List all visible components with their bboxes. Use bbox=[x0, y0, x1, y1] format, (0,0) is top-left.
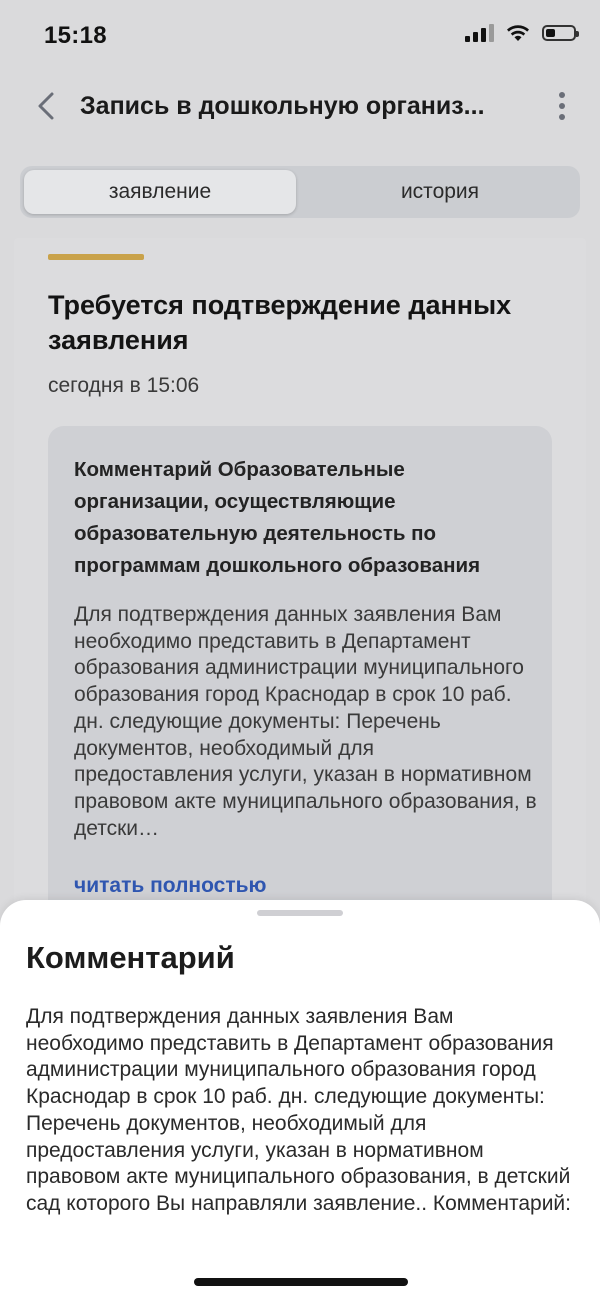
comment-box: Комментарий Образовательные организации,… bbox=[48, 426, 552, 946]
sheet-grabber-handle[interactable] bbox=[257, 910, 343, 916]
battery-icon bbox=[542, 25, 579, 41]
status-accent-bar bbox=[48, 254, 144, 260]
chevron-left-icon bbox=[38, 92, 54, 120]
comment-bottom-sheet: Комментарий Для подтверждения данных зая… bbox=[0, 900, 600, 1298]
status-title: Требуется подтверждение данных заявления bbox=[48, 290, 512, 355]
status-date: сегодня в 15:06 bbox=[48, 374, 200, 397]
comment-title: Комментарий Образовательные организации,… bbox=[74, 458, 481, 577]
comment-text: Для подтверждения данных заявления Вам н… bbox=[74, 603, 537, 840]
sheet-title: Комментарий bbox=[26, 940, 235, 975]
sheet-comment-text: Для подтверждения данных заявления Вам н… bbox=[26, 1005, 571, 1215]
tab-application[interactable]: заявление bbox=[24, 170, 296, 214]
back-button[interactable] bbox=[28, 88, 64, 124]
status-bar: 15:18 bbox=[0, 0, 600, 70]
status-time: 15:18 bbox=[44, 22, 107, 49]
tab-history[interactable]: история bbox=[304, 170, 576, 214]
app-header: Запись в дошкольную организ... bbox=[0, 78, 600, 138]
status-icons bbox=[465, 24, 579, 42]
more-vertical-icon bbox=[559, 92, 565, 98]
more-options-button[interactable] bbox=[550, 88, 574, 124]
page-title: Запись в дошкольную организ... bbox=[80, 92, 485, 120]
cellular-signal-icon bbox=[465, 24, 494, 42]
read-more-link[interactable]: читать полностью bbox=[74, 874, 266, 898]
app-screen: 15:18 Запись в дошкольную организ... зая… bbox=[0, 0, 600, 1298]
wifi-icon bbox=[507, 25, 529, 41]
home-indicator[interactable] bbox=[194, 1278, 408, 1286]
status-card: Требуется подтверждение данных заявления… bbox=[14, 238, 586, 946]
segmented-tabs: заявление история bbox=[20, 166, 580, 218]
